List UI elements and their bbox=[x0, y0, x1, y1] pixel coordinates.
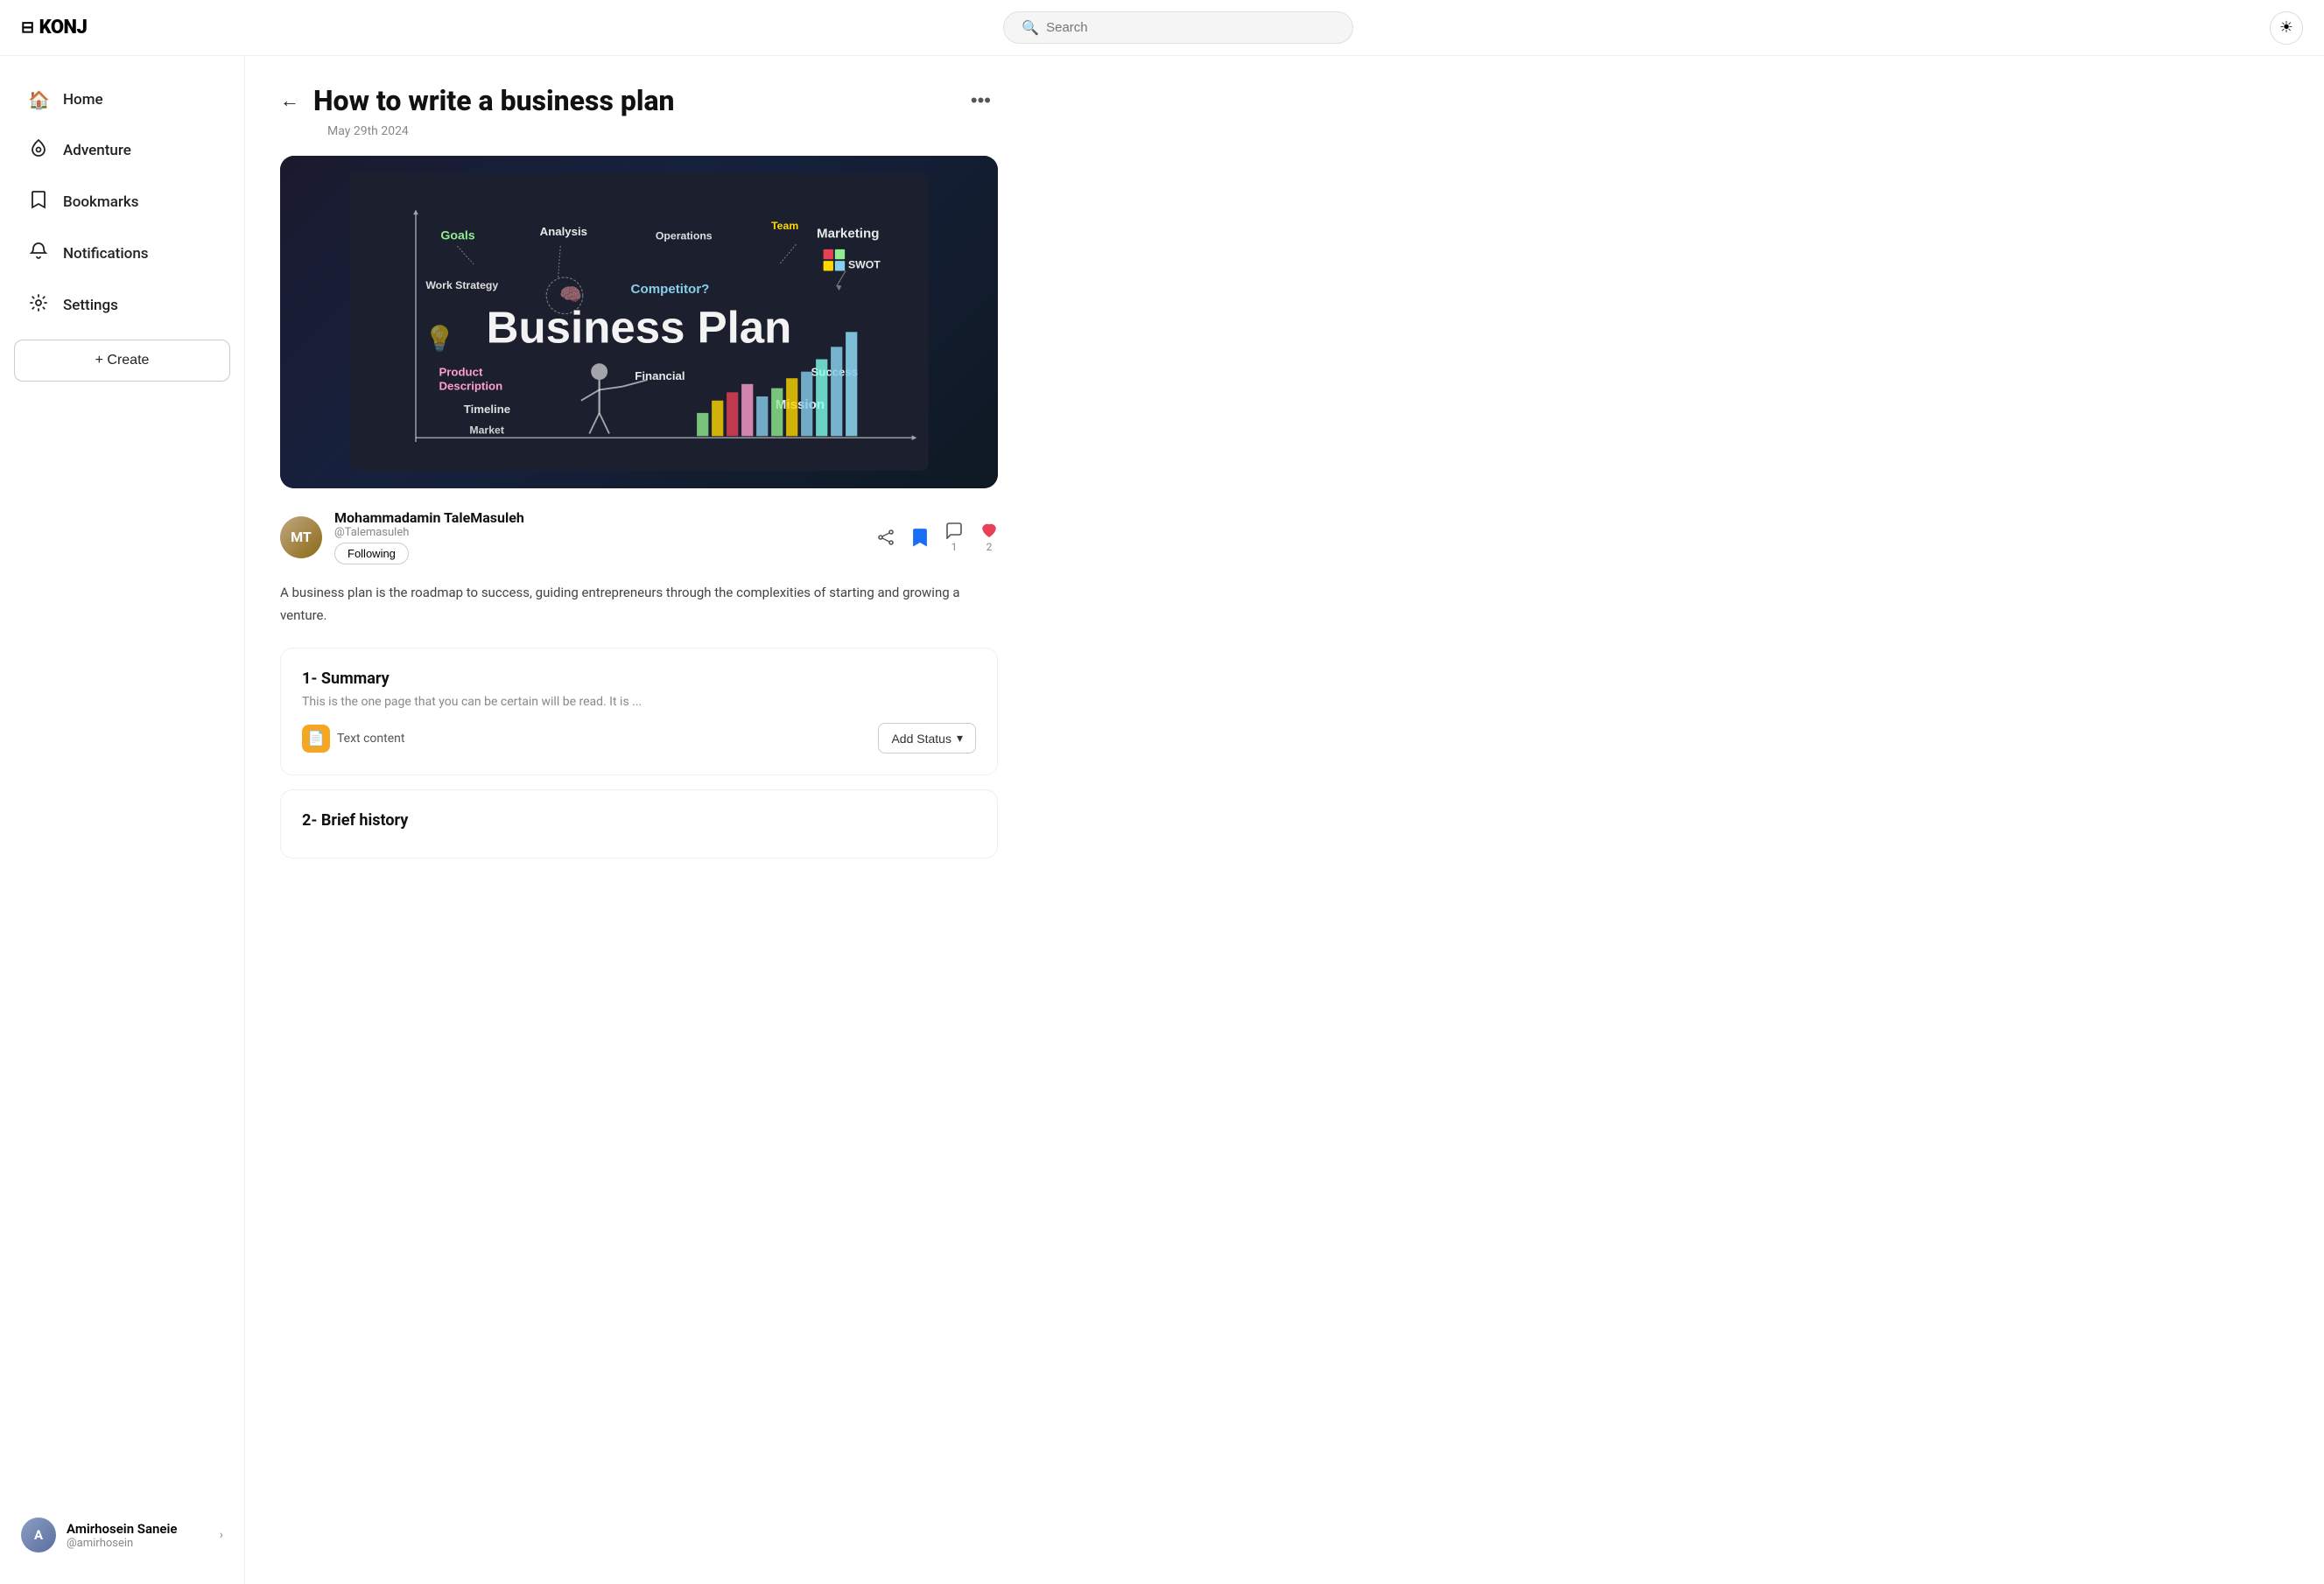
section-card-1: 1- Summary This is the one page that you… bbox=[280, 648, 998, 775]
section-2-title: 2- Brief history bbox=[302, 811, 976, 830]
notification-icon bbox=[28, 242, 49, 265]
content-type-icon: 📄 bbox=[302, 725, 330, 753]
heart-group: 2 bbox=[980, 522, 998, 553]
bookmark-icon bbox=[28, 190, 49, 214]
user-info: Amirhosein Saneie @amirhosein bbox=[67, 1521, 177, 1550]
content-type: 📄 Text content bbox=[302, 725, 404, 753]
sidebar-item-home[interactable]: 🏠 Home bbox=[14, 77, 230, 123]
svg-text:Business Plan: Business Plan bbox=[487, 303, 792, 353]
comment-button[interactable] bbox=[945, 522, 963, 539]
heart-count: 2 bbox=[986, 541, 993, 553]
svg-text:Marketing: Marketing bbox=[817, 227, 879, 242]
svg-text:Product: Product bbox=[439, 365, 483, 378]
svg-text:Market: Market bbox=[469, 424, 504, 437]
sidebar-item-label: Notifications bbox=[63, 245, 149, 263]
section-1-number: 1 bbox=[302, 669, 311, 688]
sidebar-item-adventure[interactable]: Adventure bbox=[14, 126, 230, 174]
dropdown-icon: ▾ bbox=[957, 731, 963, 746]
article-title: How to write a business plan bbox=[313, 84, 950, 117]
sidebar-item-label: Settings bbox=[63, 297, 118, 314]
section-2-number: 2 bbox=[302, 811, 311, 830]
heart-button[interactable] bbox=[980, 522, 998, 539]
sidebar-item-label: Bookmarks bbox=[63, 193, 139, 211]
adventure-icon bbox=[28, 138, 49, 162]
svg-text:Description: Description bbox=[439, 379, 502, 392]
svg-text:Operations: Operations bbox=[656, 230, 713, 242]
section-1-title: 1- Summary bbox=[302, 669, 976, 688]
logo-text: KONJ bbox=[39, 17, 88, 39]
author-name: Mohammadamin TaleMasuleh bbox=[334, 509, 865, 526]
sidebar-item-label: Adventure bbox=[63, 142, 131, 159]
article-date: May 29th 2024 bbox=[327, 124, 998, 138]
chalk-board-diagram: Business Plan Goals Analysis Operations … bbox=[280, 156, 998, 488]
create-button[interactable]: + Create bbox=[14, 340, 230, 382]
following-button[interactable]: Following bbox=[334, 543, 409, 564]
layout: 🏠 Home Adventure Bookmarks bbox=[0, 56, 2324, 1584]
svg-text:Timeline: Timeline bbox=[464, 403, 510, 416]
bookmark-button[interactable] bbox=[912, 528, 928, 547]
svg-text:Team: Team bbox=[771, 220, 798, 232]
svg-text:Work Strategy: Work Strategy bbox=[425, 279, 498, 291]
sidebar-item-notifications[interactable]: Notifications bbox=[14, 229, 230, 277]
sidebar-nav: 🏠 Home Adventure Bookmarks bbox=[14, 77, 230, 333]
sidebar-item-bookmarks[interactable]: Bookmarks bbox=[14, 178, 230, 226]
svg-text:Goals: Goals bbox=[440, 229, 474, 243]
search-input[interactable] bbox=[1046, 20, 1335, 35]
author-info: Mohammadamin TaleMasuleh @Talemasuleh Fo… bbox=[334, 509, 865, 564]
comment-group: 1 bbox=[945, 522, 963, 553]
search-icon: 🔍 bbox=[1022, 19, 1039, 36]
article-header: ← How to write a business plan ••• bbox=[280, 84, 998, 117]
author-handle: @Talemasuleh bbox=[334, 526, 865, 539]
add-status-label: Add Status bbox=[891, 732, 951, 746]
action-icons: 1 2 bbox=[877, 522, 998, 553]
user-profile[interactable]: A Amirhosein Saneie @amirhosein › bbox=[14, 1507, 230, 1563]
svg-text:SWOT: SWOT bbox=[848, 259, 881, 271]
hero-image: Business Plan Goals Analysis Operations … bbox=[280, 156, 998, 488]
sidebar-item-label: Home bbox=[63, 91, 103, 109]
svg-text:Analysis: Analysis bbox=[540, 225, 587, 238]
article-body: A business plan is the roadmap to succes… bbox=[280, 582, 998, 627]
section-1-meta: 📄 Text content Add Status ▾ bbox=[302, 723, 976, 753]
svg-text:🧠: 🧠 bbox=[559, 284, 582, 305]
svg-text:💡: 💡 bbox=[424, 324, 454, 353]
section-1-preview: This is the one page that you can be cer… bbox=[302, 695, 976, 709]
section-card-2: 2- Brief history bbox=[280, 789, 998, 859]
comment-count: 1 bbox=[951, 541, 958, 553]
logo: ⊟ KONJ bbox=[21, 17, 87, 39]
search-bar[interactable]: 🔍 bbox=[1003, 11, 1353, 44]
user-handle: @amirhosein bbox=[67, 1537, 177, 1550]
chevron-right-icon: › bbox=[220, 1528, 223, 1542]
sidebar: 🏠 Home Adventure Bookmarks bbox=[0, 56, 245, 1584]
back-button[interactable]: ← bbox=[280, 89, 299, 112]
svg-text:Competitor?: Competitor? bbox=[631, 282, 710, 297]
settings-icon bbox=[28, 293, 49, 317]
author-row: MT Mohammadamin TaleMasuleh @Talemasuleh… bbox=[280, 509, 998, 564]
logo-icon: ⊟ bbox=[21, 18, 34, 37]
topbar: ⊟ KONJ 🔍 ☀ bbox=[0, 0, 2324, 56]
theme-toggle-button[interactable]: ☀ bbox=[2270, 11, 2303, 45]
author-avatar: MT bbox=[280, 516, 322, 558]
avatar: A bbox=[21, 1517, 56, 1552]
main-content: ← How to write a business plan ••• May 2… bbox=[245, 56, 1033, 1584]
content-type-label: Text content bbox=[337, 732, 404, 746]
business-plan-diagram: Business Plan Goals Analysis Operations … bbox=[298, 173, 980, 471]
add-status-button[interactable]: Add Status ▾ bbox=[878, 723, 976, 753]
user-name: Amirhosein Saneie bbox=[67, 1521, 177, 1537]
home-icon: 🏠 bbox=[28, 89, 49, 110]
sidebar-item-settings[interactable]: Settings bbox=[14, 281, 230, 329]
share-button[interactable] bbox=[877, 529, 895, 546]
more-options-button[interactable]: ••• bbox=[964, 86, 998, 116]
